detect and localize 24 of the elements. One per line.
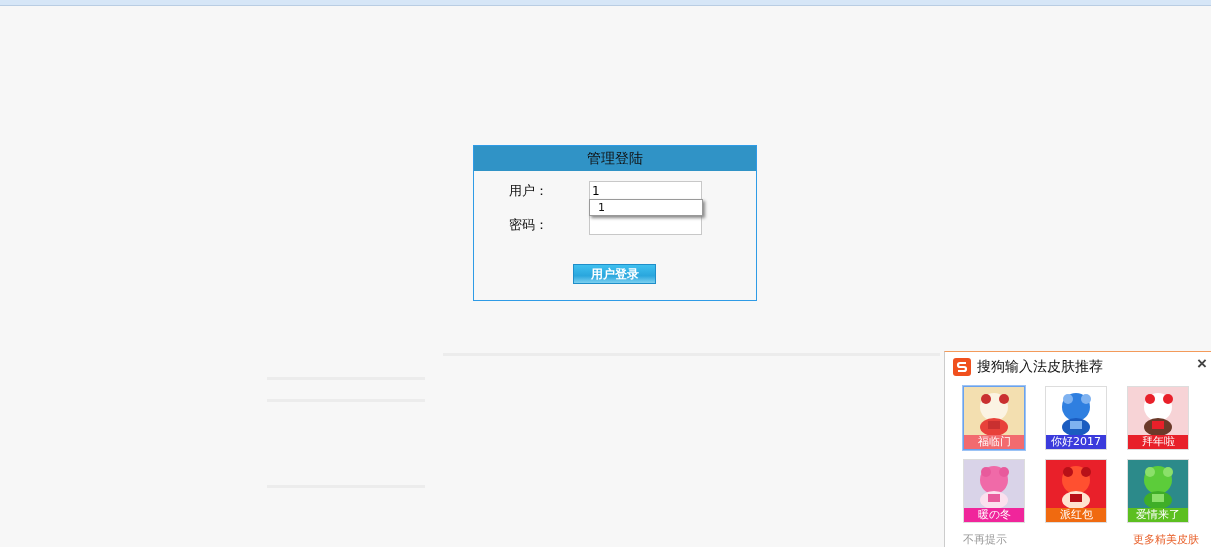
skin-caption: 福临门	[964, 435, 1024, 449]
input-field[interactable]	[589, 215, 702, 235]
field-label: 用户：	[508, 182, 549, 200]
skin-thumbnail[interactable]: 福临门	[963, 386, 1025, 450]
skin-thumbnail[interactable]: 暖の冬	[963, 459, 1025, 523]
skin-caption: 拜年啦	[1128, 435, 1188, 449]
skin-thumbnail[interactable]: 你好2017	[1045, 386, 1107, 450]
skin-caption: 暖の冬	[964, 508, 1024, 522]
suggestion-item[interactable]: 1	[590, 200, 702, 215]
skin-caption: 派红包	[1046, 508, 1106, 522]
skin-caption: 爱情来了	[1128, 508, 1188, 522]
popup-title: 搜狗输入法皮肤推荐	[977, 358, 1103, 376]
skin-thumbnail[interactable]: 派红包	[1045, 459, 1107, 523]
field-label: 密码：	[508, 216, 549, 234]
panel-title: 管理登陆	[474, 146, 756, 171]
close-button[interactable]: ×	[1197, 356, 1207, 372]
skin-thumbnail[interactable]: 拜年啦	[1127, 386, 1189, 450]
login-button[interactable]: 用户登录	[573, 264, 656, 284]
input-field[interactable]: 1	[589, 181, 702, 201]
logo-icon	[953, 358, 971, 376]
more-skins-link[interactable]: 更多精美皮肤	[1133, 532, 1199, 547]
dismiss-link[interactable]: 不再提示	[963, 532, 1007, 547]
skin-caption: 你好2017	[1046, 435, 1106, 449]
skin-thumbnail[interactable]: 爱情来了	[1127, 459, 1189, 523]
